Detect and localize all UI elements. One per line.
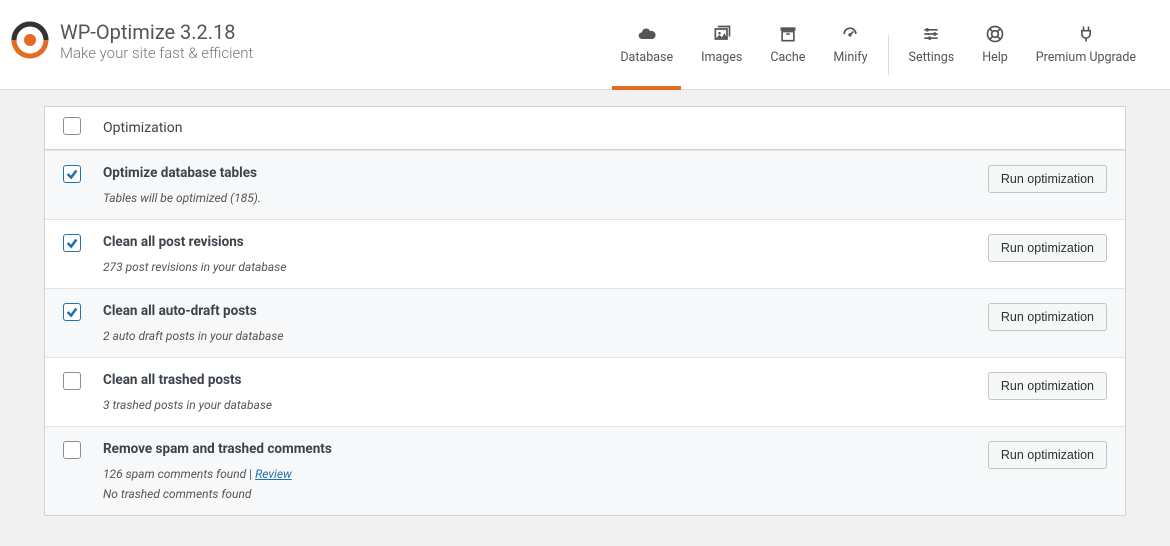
table-row: Clean all post revisions 273 post revisi… — [45, 219, 1125, 288]
spam-desc-text: 126 spam comments found — [103, 467, 246, 481]
tab-cache[interactable]: Cache — [756, 10, 819, 89]
tab-label: Help — [982, 50, 1008, 65]
row-desc2: No trashed comments found — [103, 487, 947, 501]
app-header: WP-Optimize 3.2.18 Make your site fast &… — [0, 0, 1170, 90]
images-icon — [712, 24, 732, 44]
row-title: Clean all post revisions — [103, 234, 947, 250]
brand-title: WP-Optimize 3.2.18 — [60, 20, 253, 44]
tab-label: Cache — [770, 50, 805, 65]
cloud-icon — [637, 24, 657, 44]
table-row: Optimize database tables Tables will be … — [45, 150, 1125, 219]
content: Optimization Optimize database tables Ta… — [0, 90, 1170, 546]
tab-minify[interactable]: Minify — [819, 10, 881, 89]
row-checkbox[interactable] — [63, 303, 81, 321]
tab-label: Settings — [909, 50, 955, 65]
main-tabs: Database Images Cache Minify Settings He… — [606, 10, 1150, 89]
select-all-checkbox[interactable] — [63, 117, 81, 135]
separator: | — [246, 467, 255, 481]
tab-help[interactable]: Help — [968, 10, 1022, 89]
tab-label: Images — [701, 50, 742, 65]
review-link[interactable]: Review — [255, 467, 292, 481]
tab-images[interactable]: Images — [687, 10, 756, 89]
row-checkbox[interactable] — [63, 165, 81, 183]
run-optimization-button[interactable]: Run optimization — [988, 441, 1107, 469]
row-desc: 2 auto draft posts in your database — [103, 329, 947, 343]
archive-icon — [778, 24, 798, 44]
row-title: Clean all trashed posts — [103, 372, 947, 388]
run-optimization-button[interactable]: Run optimization — [988, 165, 1107, 193]
sliders-icon — [921, 24, 941, 44]
run-optimization-button[interactable]: Run optimization — [988, 372, 1107, 400]
plug-icon — [1076, 24, 1096, 44]
optimizations-table: Optimization Optimize database tables Ta… — [44, 106, 1126, 516]
run-optimization-button[interactable]: Run optimization — [988, 234, 1107, 262]
brand: WP-Optimize 3.2.18 Make your site fast &… — [10, 10, 253, 62]
wpo-logo-icon — [10, 20, 50, 60]
gauge-icon — [840, 24, 860, 44]
row-desc: 273 post revisions in your database — [103, 260, 947, 274]
row-title: Clean all auto-draft posts — [103, 303, 947, 319]
row-desc: Tables will be optimized (185). — [103, 191, 947, 205]
tab-database[interactable]: Database — [606, 10, 687, 89]
table-header-row: Optimization — [45, 107, 1125, 150]
run-optimization-button[interactable]: Run optimization — [988, 303, 1107, 331]
row-checkbox[interactable] — [63, 234, 81, 252]
tab-premium[interactable]: Premium Upgrade — [1022, 10, 1150, 89]
table-row: Remove spam and trashed comments 126 spa… — [45, 426, 1125, 515]
tab-divider — [888, 35, 889, 75]
tab-label: Premium Upgrade — [1036, 50, 1136, 65]
row-title: Optimize database tables — [103, 165, 947, 181]
lifebuoy-icon — [985, 24, 1005, 44]
row-desc: 3 trashed posts in your database — [103, 398, 947, 412]
tab-settings[interactable]: Settings — [895, 10, 969, 89]
row-title: Remove spam and trashed comments — [103, 441, 947, 457]
row-checkbox[interactable] — [63, 372, 81, 390]
table-row: Clean all trashed posts 3 trashed posts … — [45, 357, 1125, 426]
tab-label: Minify — [833, 50, 867, 65]
row-desc: 126 spam comments found | Review — [103, 467, 947, 481]
table-row: Clean all auto-draft posts 2 auto draft … — [45, 288, 1125, 357]
row-checkbox[interactable] — [63, 441, 81, 459]
tab-label: Database — [620, 50, 673, 65]
brand-subtitle: Make your site fast & efficient — [60, 44, 253, 62]
table-header-label: Optimization — [103, 120, 182, 136]
